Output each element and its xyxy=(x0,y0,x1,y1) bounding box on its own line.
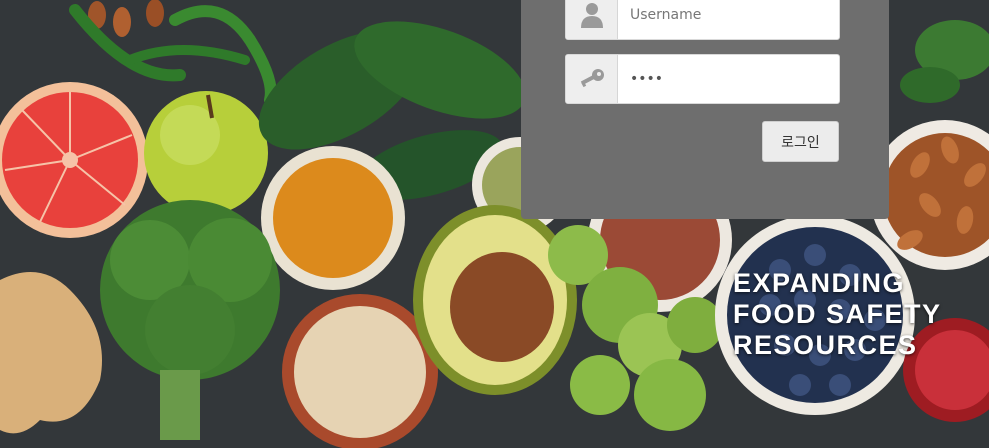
login-button[interactable]: 로그인 xyxy=(762,121,839,162)
turmeric-bowl xyxy=(273,158,393,278)
user-icon xyxy=(566,0,618,39)
password-field xyxy=(565,54,840,104)
login-panel: 로그인 xyxy=(521,0,889,219)
hero-tagline: EXPANDING FOOD SAFETY RESOURCES xyxy=(733,268,942,360)
username-field xyxy=(565,0,840,40)
key-icon xyxy=(566,55,618,103)
oats-bowl xyxy=(294,306,426,438)
username-input[interactable] xyxy=(618,0,838,39)
password-input[interactable] xyxy=(618,55,838,103)
